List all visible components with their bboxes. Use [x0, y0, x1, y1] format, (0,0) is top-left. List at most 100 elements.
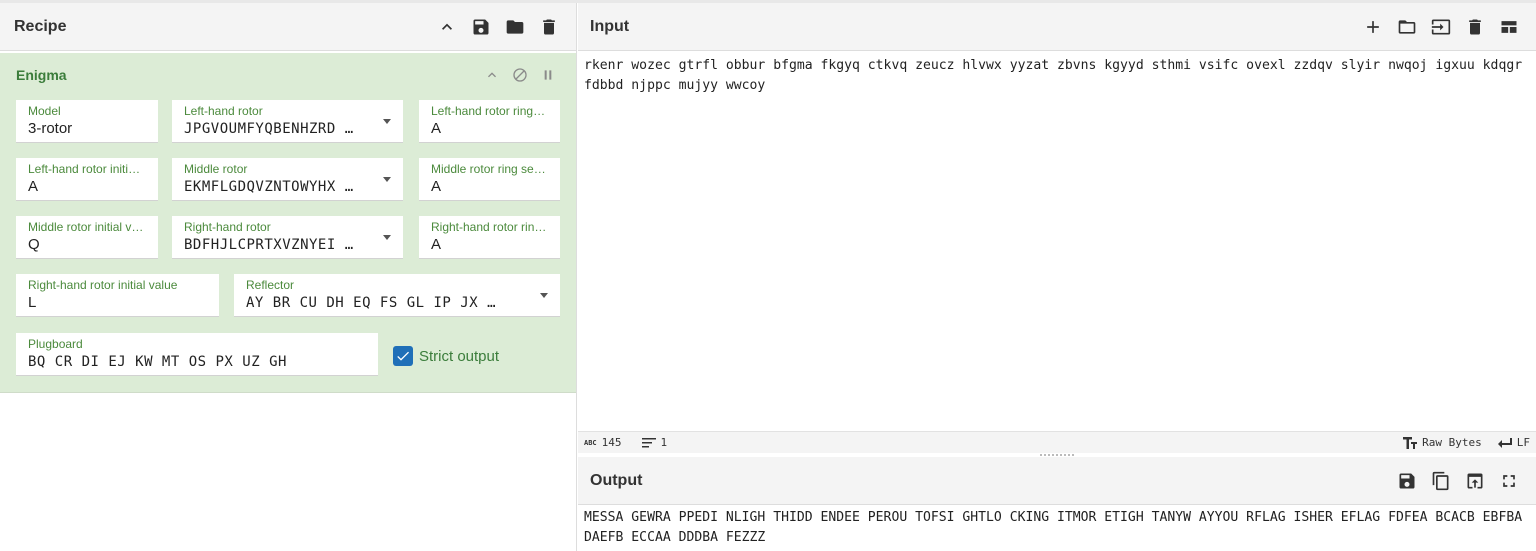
fullscreen-icon	[1503, 474, 1515, 487]
save-icon	[473, 19, 489, 34]
middle-initial-value: Q	[28, 236, 40, 253]
input-title: Input	[590, 17, 630, 35]
input-text: rkenr wozec gtrfl obbur bfgma fkgyq ctkv…	[584, 58, 1530, 93]
middle-initial-label: Middle rotor initial value	[28, 220, 146, 234]
encoding-value: Raw Bytes	[1422, 436, 1482, 449]
open-folder-button[interactable]	[1390, 10, 1424, 44]
maximise-output-button[interactable]	[1492, 464, 1526, 498]
pause-operation-button[interactable]	[536, 63, 560, 87]
input-textarea[interactable]: rkenr wozec gtrfl obbur bfgma fkgyq ctkv…	[578, 52, 1536, 431]
middle-ring-label: Middle rotor ring setting	[431, 162, 548, 176]
pause-icon	[544, 70, 552, 80]
model-value: 3-rotor	[28, 120, 73, 137]
left-initial-label: Left-hand rotor initial v…	[28, 162, 146, 176]
left-ring-setting-field[interactable]: Left-hand rotor ring se… A	[419, 100, 560, 143]
folder-open-icon	[1398, 19, 1416, 34]
right-ring-label: Right-hand rotor ring s…	[431, 220, 548, 234]
char-count-value: 145	[601, 436, 622, 449]
output-header: Output	[578, 457, 1536, 505]
operation-title-row: Enigma	[0, 53, 576, 97]
plus-icon	[1367, 20, 1379, 33]
save-recipe-button[interactable]	[464, 10, 498, 44]
abc-icon: ABC	[584, 438, 597, 447]
output-title: Output	[590, 471, 643, 489]
reflector-value: AY BR CU DH EQ FS GL IP JX …	[246, 295, 497, 311]
save-icon	[1399, 473, 1415, 488]
right-rotor-select[interactable]: Right-hand rotor BDFHJLCPRTXVZNYEI …	[172, 216, 403, 259]
collapse-all-button[interactable]	[430, 10, 464, 44]
clear-input-button[interactable]	[1458, 10, 1492, 44]
char-count: ABC 145	[584, 436, 622, 449]
model-select[interactable]: Model 3-rotor	[16, 100, 158, 143]
output-text: MESSA GEWRA PPEDI NLIGH THIDD ENDEE PERO…	[584, 510, 1530, 545]
reset-layout-button[interactable]	[1492, 10, 1526, 44]
chevron-up-icon	[488, 72, 496, 78]
enigma-operation: Enigma Model 3-rotor Left-hand rotor JPG…	[0, 53, 576, 393]
eol-value: LF	[1516, 436, 1530, 449]
line-count-value: 1	[660, 436, 668, 449]
block-icon	[513, 68, 527, 82]
right-ring-setting-field[interactable]: Right-hand rotor ring s… A	[419, 216, 560, 259]
middle-ring-value: A	[431, 178, 442, 195]
io-panel: Input rkenr wozec gtrfl obbur bfgma fkgy…	[578, 3, 1536, 551]
copy-icon	[1432, 471, 1449, 490]
trash-icon	[543, 19, 555, 34]
folder-icon	[506, 19, 524, 34]
right-initial-label: Right-hand rotor initial value	[28, 278, 178, 292]
recipe-panel: Recipe Enigma Model 3-rotor Left-hand ro…	[0, 3, 577, 551]
layout-icon	[1501, 20, 1517, 33]
trash-icon	[1469, 19, 1481, 34]
copy-output-button[interactable]	[1424, 464, 1458, 498]
encoding-selector[interactable]: Raw Bytes	[1403, 436, 1482, 449]
input-status-bar: ABC 145 1 Raw Bytes LF	[578, 431, 1536, 453]
panel-resize-handle[interactable]	[1040, 454, 1074, 456]
chevron-up-icon	[442, 23, 452, 30]
left-rotor-value: JPGVOUMFYQBENHZRD …	[184, 121, 354, 137]
clear-recipe-button[interactable]	[532, 10, 566, 44]
strict-output-label: Strict output	[419, 347, 500, 365]
text-format-icon	[1403, 436, 1418, 449]
strict-output-toggle[interactable]: Strict output	[393, 346, 499, 366]
middle-ring-setting-field[interactable]: Middle rotor ring setting A	[419, 158, 560, 201]
left-initial-value-field[interactable]: Left-hand rotor initial v… A	[16, 158, 158, 201]
add-input-tab-button[interactable]	[1356, 10, 1390, 44]
middle-rotor-value: EKMFLGDQVZNTOWYHX …	[184, 179, 354, 195]
strict-output-checkbox[interactable]	[393, 346, 413, 366]
model-label: Model	[28, 104, 61, 118]
middle-rotor-label: Middle rotor	[184, 162, 248, 176]
open-file-button[interactable]	[1424, 10, 1458, 44]
input-header: Input	[578, 3, 1536, 51]
operation-title: Enigma	[16, 67, 67, 83]
eol-selector[interactable]: LF	[1497, 436, 1530, 449]
recipe-header: Recipe	[0, 3, 576, 51]
line-count: 1	[641, 436, 668, 449]
recipe-title: Recipe	[14, 17, 67, 35]
lines-icon	[641, 437, 656, 447]
dropdown-caret-icon	[383, 235, 391, 240]
return-arrow-icon	[1497, 437, 1512, 448]
minimise-operation-button[interactable]	[480, 63, 504, 87]
reflector-select[interactable]: Reflector AY BR CU DH EQ FS GL IP JX …	[234, 274, 560, 317]
left-ring-label: Left-hand rotor ring se…	[431, 104, 548, 118]
load-recipe-button[interactable]	[498, 10, 532, 44]
input-icon	[1431, 19, 1451, 34]
disable-operation-button[interactable]	[508, 63, 532, 87]
dropdown-caret-icon	[540, 293, 548, 298]
replace-input-button[interactable]	[1458, 464, 1492, 498]
dropdown-caret-icon	[383, 119, 391, 124]
plugboard-label: Plugboard	[28, 337, 83, 351]
left-rotor-label: Left-hand rotor	[184, 104, 263, 118]
output-textarea[interactable]: MESSA GEWRA PPEDI NLIGH THIDD ENDEE PERO…	[578, 505, 1536, 551]
left-initial-value: A	[28, 178, 39, 195]
right-initial-value-field[interactable]: Right-hand rotor initial value L	[16, 274, 219, 317]
save-output-button[interactable]	[1390, 464, 1424, 498]
open-in-input-icon	[1467, 473, 1483, 488]
left-rotor-select[interactable]: Left-hand rotor JPGVOUMFYQBENHZRD …	[172, 100, 403, 143]
plugboard-field[interactable]: Plugboard BQ CR DI EJ KW MT OS PX UZ GH	[16, 333, 378, 376]
checkmark-icon	[397, 351, 409, 361]
middle-rotor-select[interactable]: Middle rotor EKMFLGDQVZNTOWYHX …	[172, 158, 403, 201]
plugboard-value: BQ CR DI EJ KW MT OS PX UZ GH	[28, 354, 287, 370]
right-initial-value: L	[28, 294, 37, 311]
middle-initial-value-field[interactable]: Middle rotor initial value Q	[16, 216, 158, 259]
reflector-label: Reflector	[246, 278, 295, 292]
